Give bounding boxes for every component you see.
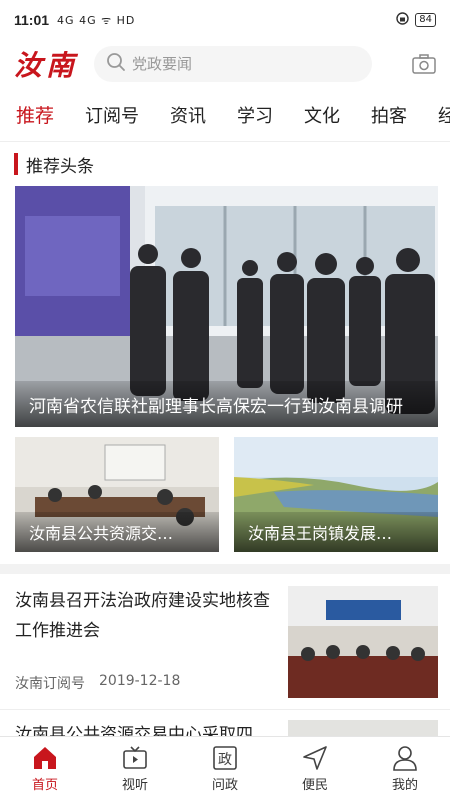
news-headline: 汝南县公共资源交易中心采取四 [15, 725, 253, 736]
zheng-icon: 政 [213, 746, 237, 770]
send-icon [303, 746, 327, 770]
nav-media[interactable]: 视听 [90, 737, 180, 800]
news-meta: 汝南订阅号 2019-12-18 [15, 673, 278, 693]
lock-icon [396, 12, 409, 28]
tab-news[interactable]: 资讯 [170, 102, 206, 128]
thumb-caption: 汝南县王岗镇发展… [234, 512, 438, 552]
news-item[interactable]: 汝南县公共资源交易中心采取四 [0, 710, 450, 736]
battery-indicator: 84 [415, 13, 436, 27]
status-right: 84 [396, 12, 436, 28]
thumb-card[interactable]: 汝南县王岗镇发展… [234, 437, 438, 552]
nav-inquiry[interactable]: 政 问政 [180, 737, 270, 800]
tab-economy[interactable]: 经 [438, 102, 450, 128]
tv-icon [123, 746, 147, 769]
tab-photographer[interactable]: 拍客 [371, 102, 407, 128]
nav-label: 我的 [391, 778, 418, 793]
featured-block: 河南省农信联社副理事长高保宏一行到汝南县调研 汝南县公共资源交… 汝南县王岗镇发… [0, 186, 450, 564]
search-box[interactable] [94, 46, 373, 82]
user-icon [393, 746, 417, 771]
app-logo: 汝南 [14, 49, 79, 82]
tab-recommend[interactable]: 推荐 [16, 101, 54, 128]
category-tabs: 推荐 订阅号 资讯 学习 文化 拍客 经 [0, 88, 450, 142]
nav-label: 首页 [31, 778, 58, 793]
signal-icon: 4G 4G ᯤ HD [57, 13, 136, 27]
nav-label: 视听 [121, 778, 148, 793]
search-input[interactable] [132, 55, 353, 73]
news-text: 汝南县召开法治政府建设实地核查工作推进会 汝南订阅号 2019-12-18 [15, 586, 278, 709]
news-date: 2019-12-18 [99, 673, 181, 689]
nav-services[interactable]: 便民 [270, 737, 360, 800]
tab-culture[interactable]: 文化 [304, 102, 340, 128]
news-thumbnail [288, 720, 438, 736]
hero-caption: 河南省农信联社副理事长高保宏一行到汝南县调研 [15, 381, 438, 427]
status-time: 11:01 [14, 12, 50, 28]
nav-label: 便民 [301, 778, 328, 793]
news-headline: 汝南县召开法治政府建设实地核查工作推进会 [15, 591, 270, 641]
news-source: 汝南订阅号 [15, 676, 85, 692]
news-thumbnail [288, 586, 438, 698]
thumb-card[interactable]: 汝南县公共资源交… [15, 437, 219, 552]
camera-icon[interactable] [412, 54, 436, 74]
status-bar: 11:01 4G 4G ᯤ HD 84 [0, 0, 450, 40]
search-icon [106, 52, 126, 76]
bottom-nav: 首页 视听 政 问政 便民 我的 [0, 736, 450, 800]
news-item[interactable]: 汝南县召开法治政府建设实地核查工作推进会 汝南订阅号 2019-12-18 [0, 574, 450, 710]
nav-label: 问政 [211, 778, 238, 793]
nav-home[interactable]: 首页 [0, 737, 90, 800]
section-accent-bar [14, 153, 18, 175]
feed[interactable]: 推荐头条 河南省农信联社副理事长高保宏一行到汝南县调研 汝南县公共资源交… 汝南… [0, 142, 450, 736]
home-icon [34, 747, 56, 769]
thumb-row: 汝南县公共资源交… 汝南县王岗镇发展… [15, 437, 438, 552]
section-header: 推荐头条 [0, 142, 450, 186]
svg-text:政: 政 [218, 752, 232, 768]
tab-subscriptions[interactable]: 订阅号 [85, 102, 139, 128]
section-title: 推荐头条 [26, 156, 94, 177]
hero-card[interactable]: 河南省农信联社副理事长高保宏一行到汝南县调研 [15, 186, 438, 427]
thumb-caption: 汝南县公共资源交… [15, 512, 219, 552]
tab-study[interactable]: 学习 [237, 102, 273, 128]
app-header: 汝南 [0, 40, 450, 88]
nav-profile[interactable]: 我的 [360, 737, 450, 800]
